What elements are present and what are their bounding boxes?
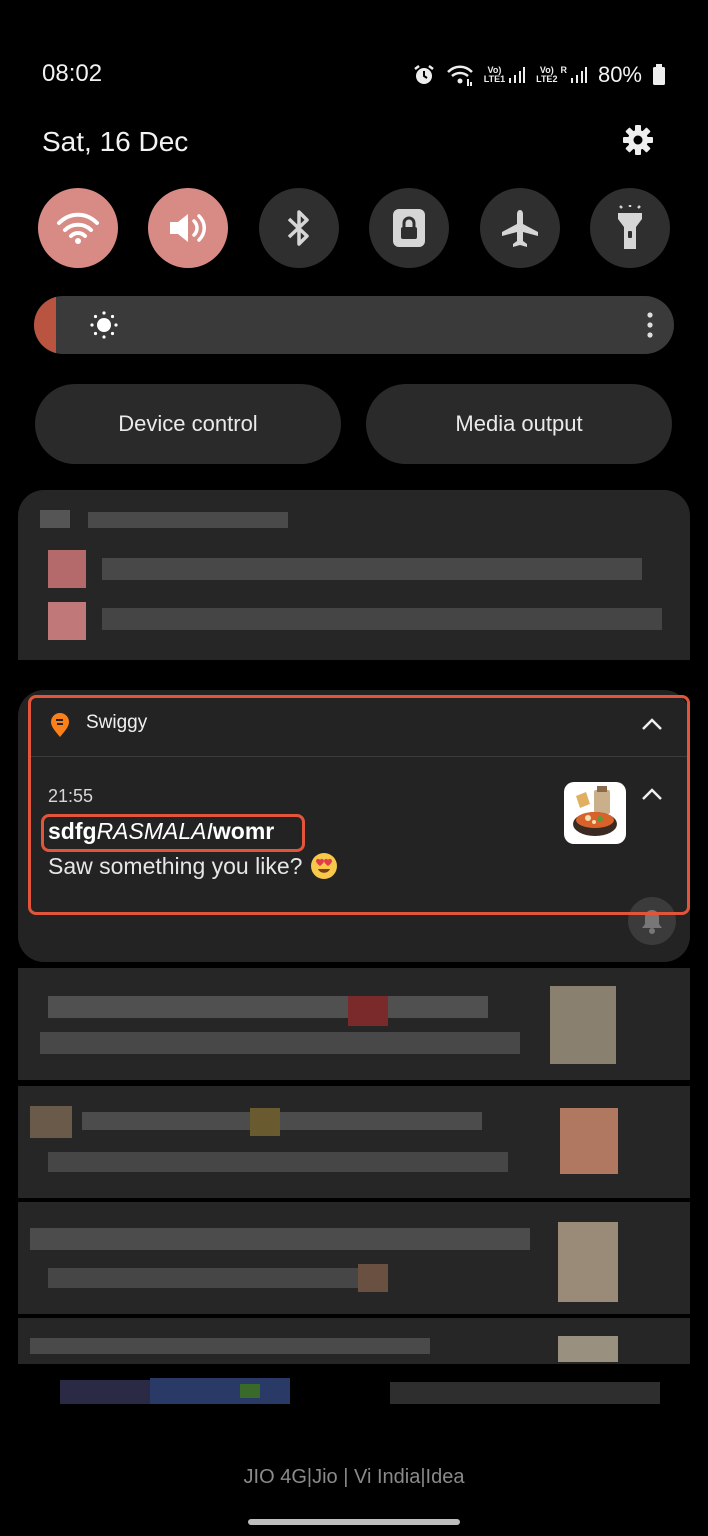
quick-tiles [38,188,670,268]
signal-icon [570,67,587,83]
alarm-icon [414,65,434,84]
flashlight-tile[interactable] [589,188,670,268]
blurred-strip [30,1372,670,1418]
wifi-calling-icon [446,65,473,86]
airplane-icon [501,210,538,247]
sim2-indicator: Vo) LTE2 R [536,66,588,84]
airplane-tile[interactable] [479,188,560,268]
status-time: 08:02 [42,60,103,87]
flashlight-icon [617,205,642,249]
highlight-box-title [41,814,305,852]
date-label: Sat, 16 Dec [42,126,189,157]
rotation-lock-tile[interactable] [369,188,450,268]
sound-tile[interactable] [148,188,229,268]
carrier-label: JIO 4G|Jio | Vi India|Idea [243,1466,465,1488]
gear-icon [623,125,653,155]
more-options-icon[interactable] [646,311,654,339]
bluetooth-icon [287,210,309,246]
sim1-indicator: Vo) LTE1 [484,66,526,84]
brightness-slider[interactable] [34,296,674,354]
brightness-level [34,296,56,354]
battery-percent: 80% [597,62,642,87]
home-indicator[interactable] [248,1519,460,1525]
notification-shade: 08:02 Vo) LTE1 Vo) LTE2 R 80% Sat, 16 De… [0,0,708,1536]
blurred-notification[interactable] [18,1202,690,1314]
blurred-notification[interactable] [18,490,690,660]
status-icons: Vo) LTE1 Vo) LTE2 R 80% [412,60,666,90]
lock-icon [393,209,426,247]
blurred-notification[interactable] [18,1318,690,1364]
wifi-tile[interactable] [38,188,118,268]
device-control-button[interactable]: Device control [35,384,341,464]
highlight-box-notification [28,695,690,915]
bluetooth-tile[interactable] [258,188,339,268]
settings-button[interactable] [622,124,654,156]
blurred-notification[interactable] [18,968,690,1080]
wifi-icon [57,212,99,244]
sun-icon [90,311,118,339]
signal-icon [509,67,526,83]
media-output-button[interactable]: Media output [366,384,672,464]
volume-icon [170,214,207,242]
battery-icon [653,64,665,85]
blurred-notification[interactable] [18,1086,690,1198]
